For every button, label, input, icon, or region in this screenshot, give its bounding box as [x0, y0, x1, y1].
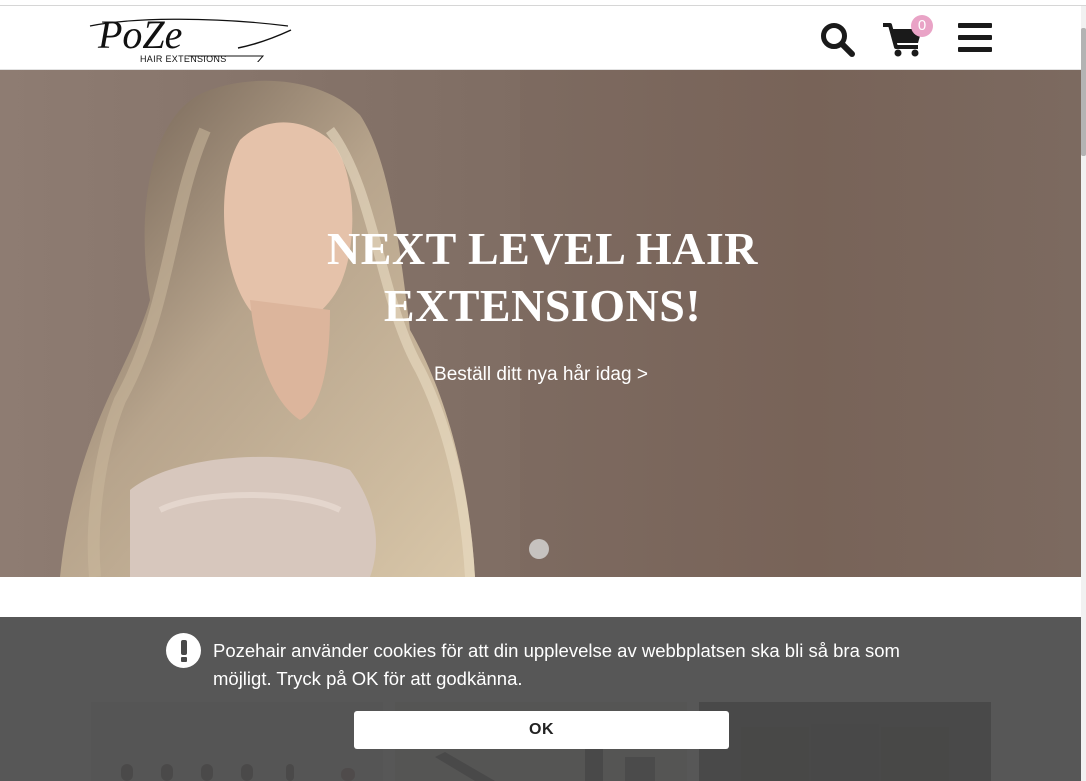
cart-button[interactable]: 0 [882, 15, 934, 57]
slider-dot-active[interactable] [529, 539, 549, 559]
cookie-message: Pozehair använder cookies för att din up… [213, 640, 900, 689]
hero-title: NEXT LEVEL HAIR EXTENSIONS! [326, 223, 758, 331]
hamburger-menu-icon [958, 23, 992, 52]
cookie-banner: Pozehair använder cookies för att din up… [0, 617, 1081, 781]
cookie-ok-button[interactable]: OK [354, 711, 729, 749]
hero-cta-link[interactable]: Beställ ditt nya hår idag > [410, 364, 672, 386]
logo-word: PoZe [97, 12, 182, 57]
exclamation-icon [166, 633, 201, 668]
menu-button[interactable] [956, 21, 994, 57]
logo-image: PoZe HAIR EXTENSIONS [89, 12, 292, 62]
scrollbar-thumb[interactable] [1081, 28, 1086, 156]
search-button[interactable] [819, 21, 857, 57]
page-scrollbar[interactable] [1081, 6, 1086, 781]
logo-tagline: HAIR EXTENSIONS [140, 54, 227, 62]
poze-logo[interactable]: PoZe HAIR EXTENSIONS [88, 12, 294, 62]
site-header: PoZe HAIR EXTENSIONS 0 [0, 6, 1081, 70]
hero-banner: NEXT LEVEL HAIR EXTENSIONS! Beställ ditt… [0, 70, 1081, 577]
search-icon [821, 23, 855, 57]
cart-count-badge: 0 [911, 15, 933, 37]
